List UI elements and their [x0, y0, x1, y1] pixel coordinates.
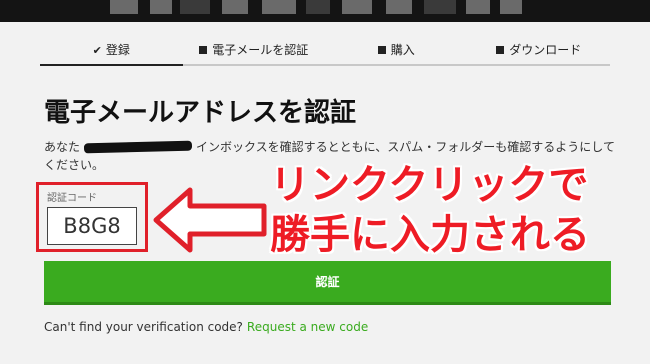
- redacted-email: [83, 140, 193, 154]
- step-download: ダウンロード: [468, 40, 611, 64]
- step-label: ダウンロード: [509, 43, 582, 57]
- left-arrow-icon: [153, 187, 267, 253]
- footer-help: Can't find your verification code? Reques…: [44, 320, 368, 334]
- step-purchase: 購入: [325, 40, 468, 64]
- annotation-line-2: 勝手に入力される: [270, 212, 590, 258]
- description-prefix: あなた: [44, 140, 81, 154]
- verification-code-highlight: 認証コード B8G8: [36, 182, 148, 252]
- step-label: 登録: [105, 43, 130, 57]
- square-icon: [199, 46, 208, 54]
- page-title: 電子メールアドレスを認証: [44, 98, 357, 128]
- request-new-code-link[interactable]: Request a new code: [247, 320, 368, 334]
- header-banner: [0, 0, 650, 22]
- square-icon: [496, 46, 505, 54]
- step-verify-email: 電子メールを認証: [183, 40, 326, 64]
- step-register: ✔ 登録: [40, 40, 183, 66]
- square-icon: [377, 46, 386, 54]
- progress-steps: ✔ 登録 電子メールを認証 購入 ダウンロード: [40, 40, 610, 66]
- verify-button[interactable]: 認証: [44, 261, 611, 305]
- code-field-label: 認証コード: [47, 193, 97, 204]
- footer-question: Can't find your verification code?: [44, 320, 243, 334]
- verification-code-input[interactable]: B8G8: [47, 207, 137, 245]
- annotation-text: リンククリックで 勝手に入力される: [270, 160, 590, 260]
- annotation-line-1: リンククリックで: [270, 162, 589, 208]
- step-label: 購入: [390, 43, 415, 57]
- step-label: 電子メールを認証: [212, 43, 309, 57]
- checkmark-icon: ✔: [92, 44, 102, 57]
